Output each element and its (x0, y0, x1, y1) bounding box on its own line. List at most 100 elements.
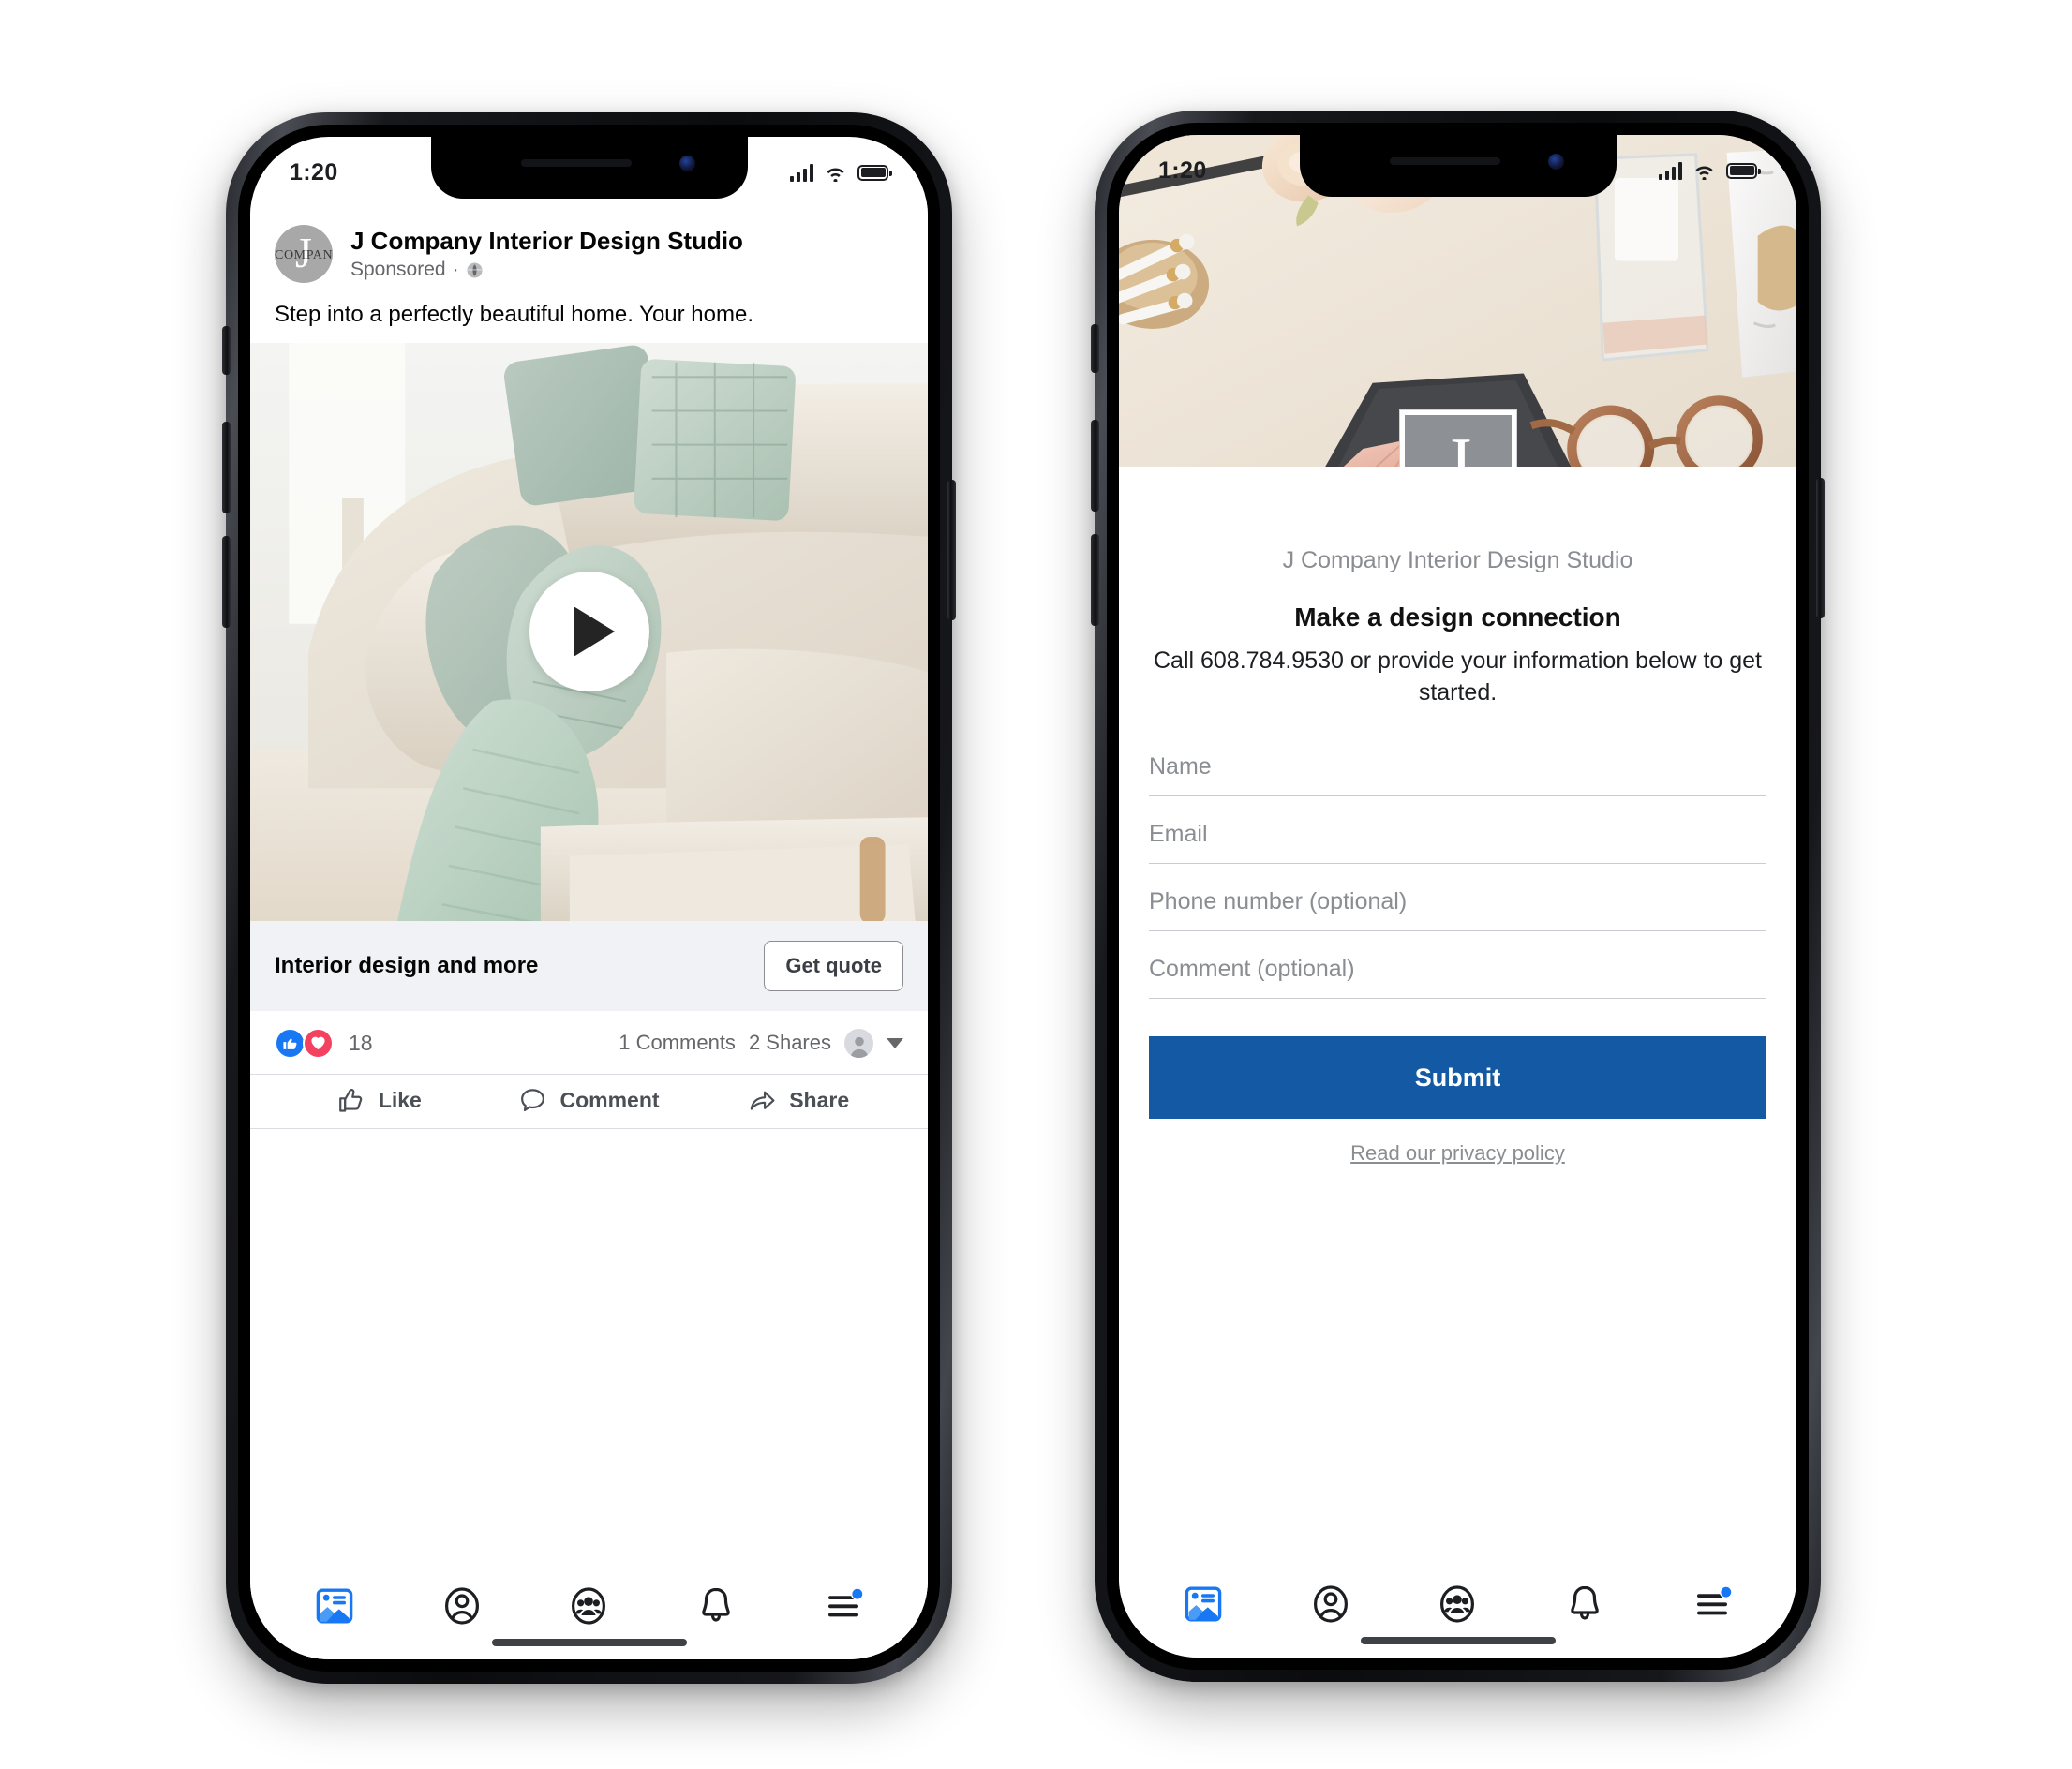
hamburger-menu-icon (828, 1587, 864, 1617)
news-feed-icon (1185, 1586, 1222, 1622)
engagement-counts: 1 Comments 2 Shares (619, 1028, 903, 1058)
earpiece-speaker (1389, 157, 1500, 165)
phone-field[interactable]: Phone number (optional) (1149, 864, 1766, 931)
tab-notifications[interactable] (681, 1579, 751, 1633)
comment-bubble-icon (521, 1088, 545, 1111)
lead-form-screen: 1:20 J J Company Interior Design Studio … (1119, 135, 1796, 1658)
phone-screen-left: 1:20 J COMPANY (250, 137, 928, 1659)
status-time: 1:20 (290, 158, 338, 186)
news-feed-icon (316, 1588, 353, 1624)
comment-field-label: Comment (optional) (1149, 956, 1355, 982)
power-button[interactable] (947, 480, 956, 620)
heart-reaction-icon (303, 1027, 334, 1059)
volume-up-button[interactable] (1091, 420, 1099, 512)
globe-icon (467, 262, 482, 278)
comment-button-label: Comment (559, 1087, 660, 1112)
tab-profile[interactable] (1296, 1577, 1365, 1631)
tab-menu[interactable] (809, 1579, 878, 1633)
comment-field[interactable]: Comment (optional) (1149, 931, 1766, 999)
wifi-icon (827, 168, 844, 182)
lead-fields: Name Email Phone number (optional) Comme… (1119, 708, 1796, 999)
front-camera (678, 156, 695, 171)
news-feed: J COMPANY J Company Interior Design Stud… (250, 199, 928, 1659)
engagement-bar: 18 1 Comments 2 Shares (250, 1011, 928, 1075)
post-header: J COMPANY J Company Interior Design Stud… (250, 199, 928, 292)
tab-notifications[interactable] (1550, 1577, 1619, 1631)
name-field-label: Name (1149, 753, 1212, 780)
phone-field-label: Phone number (optional) (1149, 888, 1408, 914)
play-icon[interactable] (529, 572, 649, 692)
bell-icon (1571, 1585, 1600, 1620)
get-quote-button[interactable]: Get quote (764, 940, 903, 991)
thumbs-up-reaction-icon (275, 1027, 306, 1059)
tab-profile[interactable] (427, 1579, 497, 1633)
person-icon (844, 1028, 873, 1058)
page-name[interactable]: J Company Interior Design Studio (350, 227, 743, 257)
bottom-tab-bar (250, 1566, 928, 1639)
chevron-down-icon[interactable] (887, 1037, 903, 1048)
profile-icon (1313, 1585, 1348, 1623)
silent-switch[interactable] (222, 326, 231, 375)
post-header-text: J Company Interior Design Studio Sponsor… (350, 227, 743, 282)
hamburger-menu-icon (1697, 1585, 1733, 1615)
comment-button[interactable]: Comment (484, 1086, 694, 1115)
cta-bar: Interior design and more Get quote (250, 920, 928, 1011)
email-field[interactable]: Email (1149, 796, 1766, 864)
cellular-signal-icon (789, 163, 813, 182)
privacy-policy-link[interactable]: Read our privacy policy (1119, 1141, 1796, 1166)
lead-company-name: J Company Interior Design Studio (1282, 547, 1633, 573)
phone-mockup-left: 1:20 J COMPANY (222, 112, 956, 1684)
volume-down-button[interactable] (222, 536, 231, 628)
earpiece-speaker (520, 159, 632, 167)
comments-count[interactable]: 1 Comments (619, 1031, 736, 1055)
power-button[interactable] (1816, 478, 1825, 618)
company-logo: J COMPANY INTERIOR DESIGN STUDIO (1399, 410, 1516, 467)
bottom-tab-bar (1119, 1564, 1796, 1637)
profile-icon (444, 1587, 479, 1625)
lead-spacer (1119, 1166, 1796, 1564)
logo-letter: J (1444, 424, 1471, 467)
share-button[interactable]: Share (693, 1086, 903, 1115)
cellular-signal-icon (1658, 161, 1682, 180)
submit-button[interactable]: Submit (1149, 1036, 1766, 1119)
lead-subhead: Call 608.784.9530 or provide your inform… (1153, 647, 1762, 706)
meta-separator: · (452, 259, 459, 281)
tab-groups[interactable] (554, 1579, 623, 1633)
status-icons (789, 163, 892, 182)
phone-mockup-right: 1:20 J J Company Interior Design Studio … (1091, 111, 1825, 1682)
silent-switch[interactable] (1091, 324, 1099, 373)
feed-spacer (250, 1129, 928, 1566)
groups-icon (1440, 1585, 1475, 1623)
reaction-summary[interactable]: 18 (275, 1027, 373, 1059)
avatar-word: COMPANY (275, 247, 333, 262)
groups-icon (572, 1587, 606, 1625)
home-indicator[interactable] (1119, 1637, 1796, 1658)
post-video-thumbnail[interactable] (250, 342, 928, 921)
device-notch (430, 137, 748, 199)
avatar[interactable]: J COMPANY (275, 225, 333, 283)
tab-news-feed[interactable] (1169, 1577, 1238, 1631)
volume-up-button[interactable] (222, 422, 231, 513)
tab-news-feed[interactable] (300, 1579, 369, 1633)
reaction-count: 18 (349, 1030, 373, 1055)
sponsored-label: Sponsored (350, 259, 446, 281)
battery-icon (857, 164, 892, 181)
battery-icon (1726, 162, 1761, 179)
like-button[interactable]: Like (275, 1086, 484, 1115)
bell-icon (702, 1587, 731, 1622)
phone-screen-right: 1:20 J J Company Interior Design Studio … (1119, 135, 1796, 1658)
like-button-label: Like (378, 1087, 422, 1112)
cta-title: Interior design and more (275, 952, 539, 978)
home-indicator[interactable] (250, 1639, 928, 1659)
shares-count[interactable]: 2 Shares (749, 1031, 831, 1055)
share-arrow-icon (750, 1091, 775, 1110)
tab-groups[interactable] (1423, 1577, 1492, 1631)
tab-menu[interactable] (1677, 1577, 1747, 1631)
volume-down-button[interactable] (1091, 534, 1099, 626)
thumbs-up-icon (338, 1088, 363, 1112)
status-time: 1:20 (1158, 156, 1207, 184)
name-field[interactable]: Name (1149, 729, 1766, 796)
device-notch (1299, 135, 1617, 197)
lead-headline: Make a design connection (1294, 602, 1621, 632)
post-actions: Like Comment Share (250, 1075, 928, 1129)
